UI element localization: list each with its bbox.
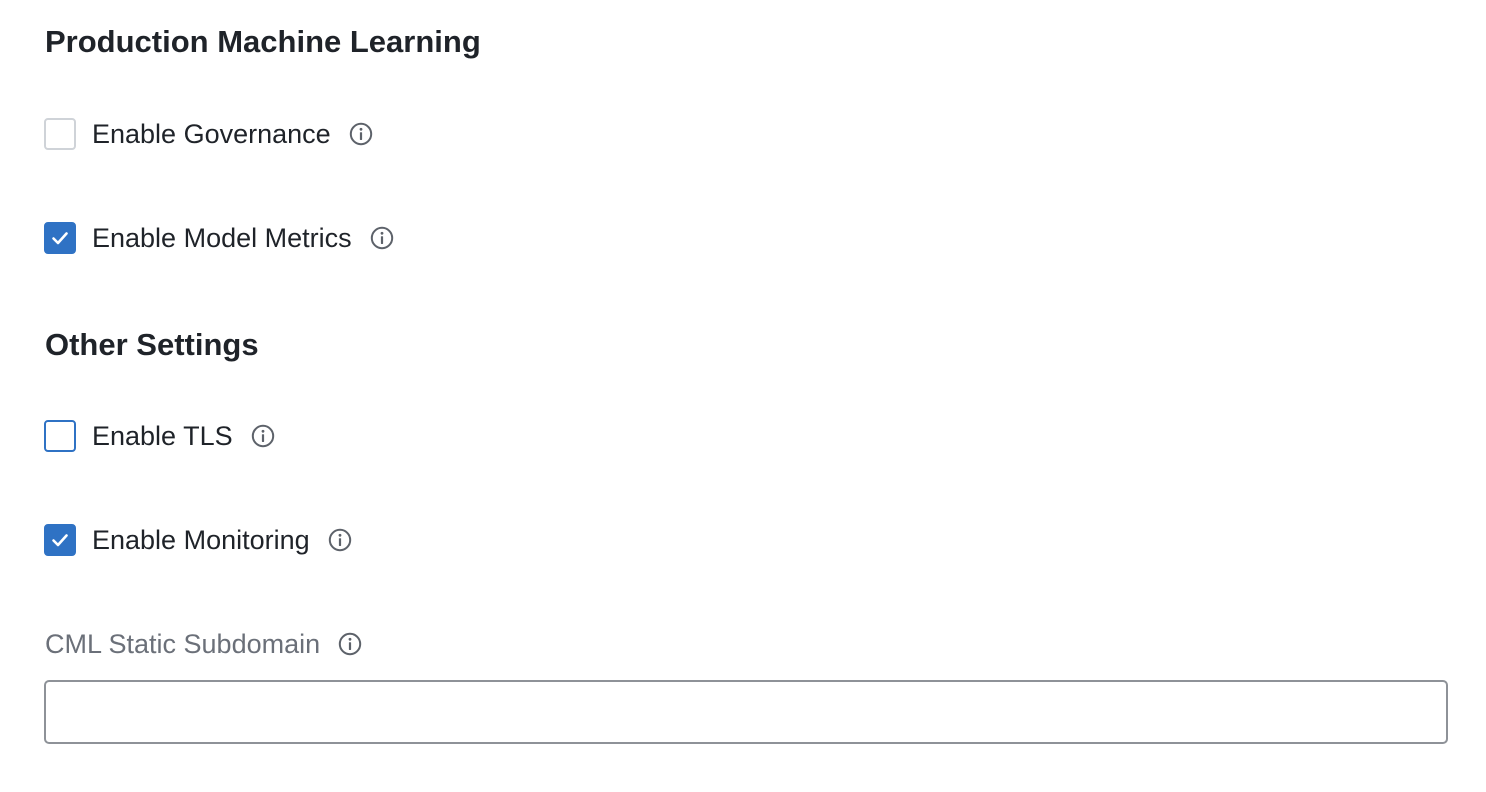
option-enable-model-metrics: Enable Model Metrics [44, 222, 394, 254]
check-icon [52, 232, 68, 245]
option-enable-monitoring: Enable Monitoring [44, 524, 352, 556]
info-icon[interactable] [338, 632, 362, 656]
option-enable-tls: Enable TLS [44, 420, 275, 452]
enable-tls-checkbox[interactable] [44, 420, 76, 452]
check-icon [52, 534, 68, 547]
enable-model-metrics-label[interactable]: Enable Model Metrics [92, 224, 352, 252]
info-icon[interactable] [349, 122, 373, 146]
section-title-production-ml: Production Machine Learning [45, 24, 481, 59]
enable-governance-checkbox[interactable] [44, 118, 76, 150]
enable-monitoring-checkbox[interactable] [44, 524, 76, 556]
option-enable-governance: Enable Governance [44, 118, 373, 150]
enable-governance-label[interactable]: Enable Governance [92, 120, 331, 148]
section-title-other-settings: Other Settings [45, 327, 259, 362]
cml-static-subdomain-input[interactable] [44, 680, 1448, 744]
enable-model-metrics-checkbox[interactable] [44, 222, 76, 254]
info-icon[interactable] [251, 424, 275, 448]
enable-tls-label[interactable]: Enable TLS [92, 422, 233, 450]
info-icon[interactable] [328, 528, 352, 552]
cml-static-subdomain-label: CML Static Subdomain [45, 628, 321, 659]
cml-static-subdomain-label-row: CML Static Subdomain [45, 628, 362, 660]
enable-monitoring-label[interactable]: Enable Monitoring [92, 526, 310, 554]
info-icon[interactable] [370, 226, 394, 250]
